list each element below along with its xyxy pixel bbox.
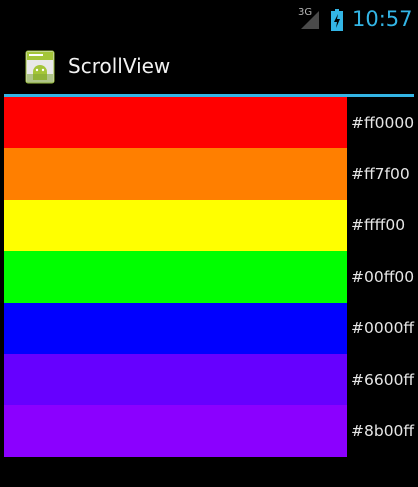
status-clock: 10:57: [352, 7, 413, 31]
color-hex-label: #ff7f00: [351, 165, 410, 184]
color-row: #ffff00: [4, 199, 416, 252]
color-row: #8b00ff: [4, 405, 416, 457]
color-hex-label: #00ff00: [351, 267, 415, 286]
color-row: #00ff00: [4, 251, 416, 303]
battery-charging-icon: [331, 9, 343, 31]
color-swatch: [4, 97, 347, 149]
color-row: #0000ff: [4, 302, 416, 354]
color-swatch: [4, 405, 347, 457]
color-swatch: [4, 148, 347, 200]
color-hex-label: #0000ff: [351, 319, 415, 338]
color-hex-label: #8b00ff: [351, 422, 415, 441]
color-hex-label: #6600ff: [351, 370, 415, 389]
action-bar: ScrollView: [0, 38, 418, 94]
color-hex-label: #ffff00: [351, 216, 406, 235]
color-swatch: [4, 302, 347, 354]
color-swatch: [4, 251, 347, 303]
color-row: #6600ff: [4, 353, 416, 406]
color-row: #ff7f00: [4, 148, 416, 200]
signal-strength-icon: [301, 11, 319, 29]
color-swatch: [4, 353, 347, 406]
color-row: #ff0000: [4, 97, 416, 149]
color-scroll-list[interactable]: #ff0000 #ff7f00 #ffff00 #00ff00 #0000ff #6600…: [4, 97, 416, 457]
app-title: ScrollView: [68, 54, 171, 78]
status-bar: 3G 10:57: [0, 0, 418, 38]
android-app-icon[interactable]: [25, 50, 55, 84]
color-hex-label: #ff0000: [351, 113, 415, 132]
color-swatch: [4, 199, 347, 252]
